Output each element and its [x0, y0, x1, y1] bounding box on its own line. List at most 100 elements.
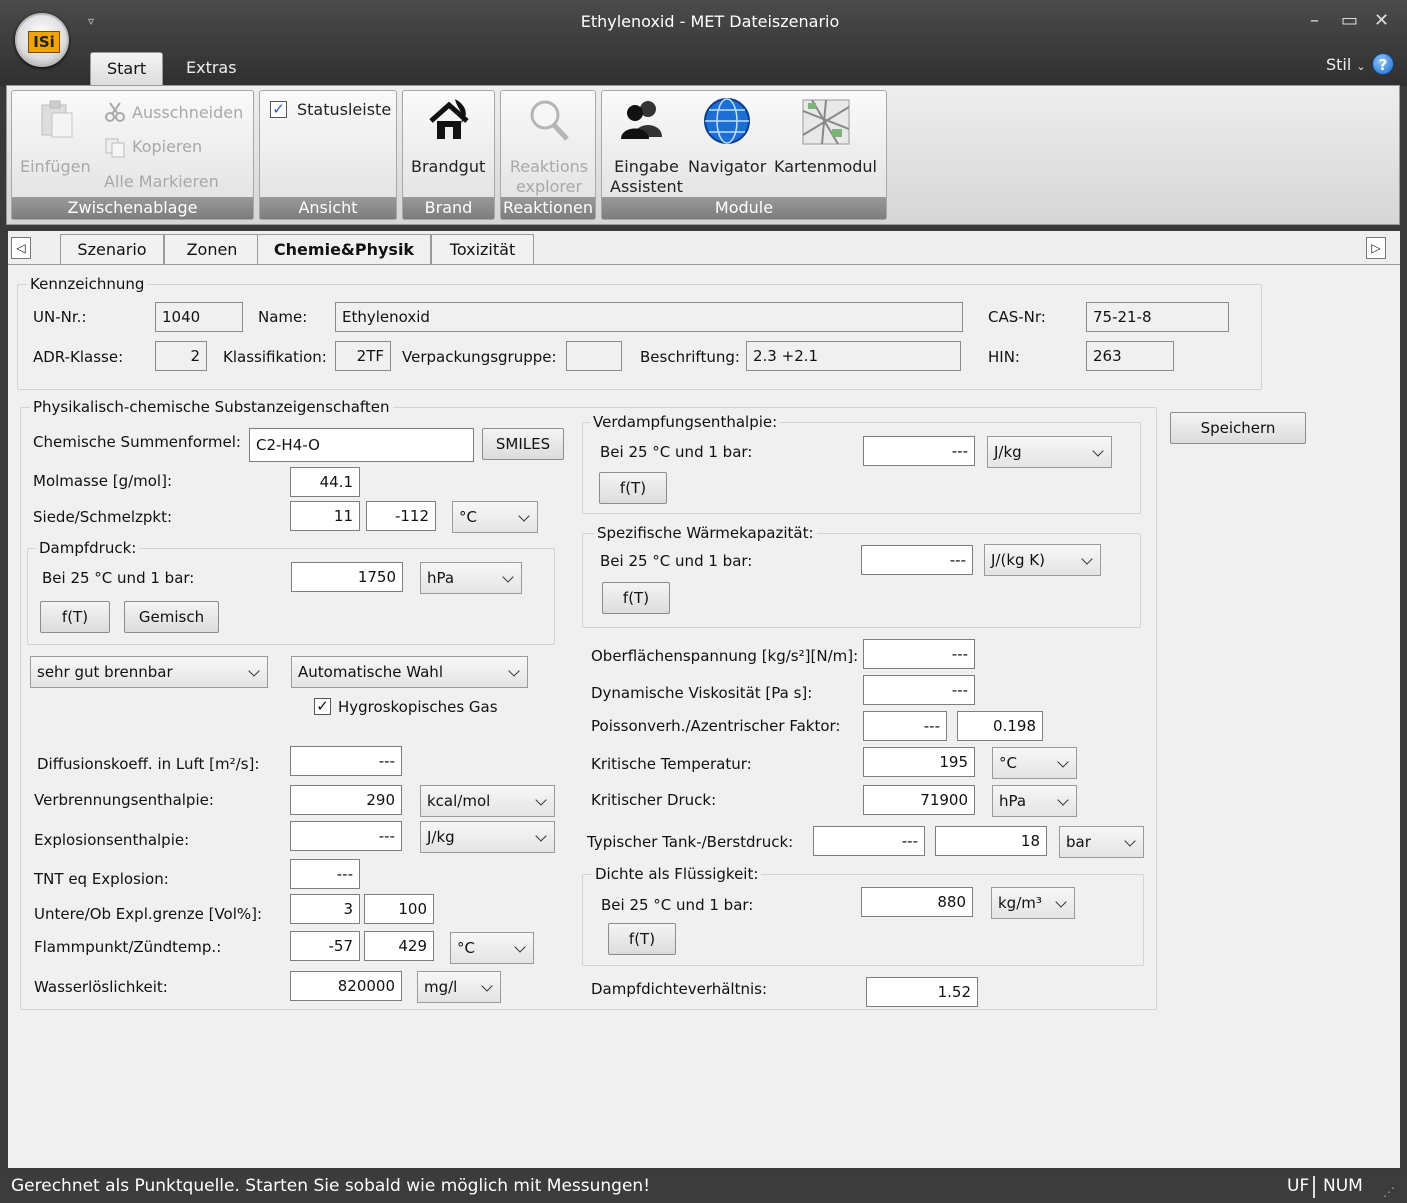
magnifier-icon [527, 97, 571, 149]
diffusion-field[interactable]: --- [290, 746, 402, 776]
ignition-temp-field[interactable]: 429 [364, 931, 434, 961]
wizard-button[interactable]: Eingabe Assistent [610, 157, 683, 197]
critical-temp-label: Kritische Temperatur: [591, 755, 752, 773]
auto-selection-select[interactable]: Automatische Wahl [291, 656, 528, 688]
explosion-unit-select[interactable]: J/kg [420, 821, 555, 853]
critical-temp-field[interactable]: 195 [863, 747, 975, 777]
density-ft-button[interactable]: f(T) [608, 923, 676, 955]
lower-explosion-limit-field[interactable]: 3 [290, 894, 360, 924]
group-reactions: Reaktions explorer Reaktionen [500, 90, 596, 220]
explosion-field[interactable]: --- [290, 821, 402, 851]
cas-field[interactable]: 75-21-8 [1086, 302, 1229, 332]
ribbon-tab-extras[interactable]: Extras [170, 52, 253, 86]
cas-label: CAS-Nr: [988, 308, 1046, 326]
select-all-button[interactable]: Alle Markieren [104, 172, 219, 192]
flammability-select[interactable]: sehr gut brennbar [30, 656, 268, 688]
vpg-label: Verpackungsgruppe: [402, 348, 557, 366]
wizard-label-1: Eingabe [614, 157, 679, 176]
upper-explosion-limit-field[interactable]: 100 [364, 894, 434, 924]
flashpoint-unit-select[interactable]: °C [450, 932, 534, 964]
melting-point-field[interactable]: -112 [366, 501, 436, 531]
tank-pressure-field[interactable]: --- [813, 826, 925, 856]
tab-scroll-left-icon[interactable]: ◁ [11, 237, 31, 259]
tab-chemie-physik[interactable]: Chemie&Physik [257, 234, 431, 266]
vapor-ft-button[interactable]: f(T) [40, 601, 110, 633]
boiling-point-field[interactable]: 11 [290, 501, 360, 531]
tank-pressure-unit-select[interactable]: bar [1059, 826, 1144, 858]
status-message: Gerechnet als Punktquelle. Starten Sie s… [11, 1176, 651, 1196]
klass-field[interactable]: 2TF [335, 341, 391, 371]
tab-toxizitaet[interactable]: Toxizität [431, 234, 534, 265]
evaporation-ft-button[interactable]: f(T) [599, 472, 667, 504]
map-icon [802, 99, 850, 149]
viscosity-field[interactable]: --- [863, 675, 975, 705]
tnt-field[interactable]: --- [290, 859, 360, 889]
hygroscopic-checkbox[interactable]: ✓ [314, 698, 331, 715]
heat-capacity-unit-select[interactable]: J/(kg K) [984, 544, 1101, 576]
molmass-label: Molmasse [g/mol]: [33, 472, 173, 490]
maximize-icon[interactable]: ▭ [1341, 10, 1358, 31]
name-field[interactable]: Ethylenoxid [335, 302, 963, 332]
heat-capacity-field[interactable]: --- [861, 545, 973, 575]
close-icon[interactable]: ✕ [1374, 10, 1389, 31]
smiles-button[interactable]: SMILES [482, 428, 564, 460]
critical-pressure-unit-select[interactable]: hPa [992, 785, 1077, 817]
density-unit-select[interactable]: kg/m³ [991, 887, 1075, 919]
critical-temp-unit-select[interactable]: °C [992, 747, 1077, 779]
style-menu[interactable]: Stil ⌄ [1326, 55, 1366, 74]
vapor-pressure-field[interactable]: 1750 [291, 562, 403, 592]
kennzeichnung-group [17, 284, 1262, 390]
copy-icon [104, 137, 126, 163]
molmass-field[interactable]: 44.1 [290, 467, 360, 497]
help-icon[interactable]: ? [1372, 53, 1394, 75]
klass-label: Klassifikation: [223, 348, 327, 366]
burst-pressure-field[interactable]: 18 [935, 826, 1047, 856]
surface-tension-field[interactable]: --- [863, 639, 975, 669]
tab-scroll-right-icon[interactable]: ▷ [1366, 237, 1386, 259]
combustion-field[interactable]: 290 [290, 785, 402, 815]
water-solubility-field[interactable]: 820000 [290, 971, 402, 1001]
navigator-button[interactable]: Navigator [688, 157, 766, 177]
copy-button[interactable]: Kopieren [132, 137, 202, 157]
statusbar-checkbox[interactable]: ✓ [270, 101, 287, 118]
acentric-factor-field[interactable]: 0.198 [957, 711, 1043, 741]
flashpoint-field[interactable]: -57 [290, 931, 360, 961]
un-field[interactable]: 1040 [155, 302, 243, 332]
adr-field[interactable]: 2 [155, 341, 207, 371]
water-unit-select[interactable]: mg/l [417, 971, 501, 1003]
heat-capacity-ft-button[interactable]: f(T) [602, 582, 670, 614]
evaporation-cond-label: Bei 25 °C und 1 bar: [600, 443, 753, 461]
critical-pressure-field[interactable]: 71900 [863, 785, 975, 815]
tank-pressure-label: Typischer Tank-/Berstdruck: [587, 833, 794, 851]
group-modules: Eingabe Assistent Navigator Kartenmodul … [601, 90, 887, 220]
tab-szenario[interactable]: Szenario [60, 234, 164, 265]
evaporation-field[interactable]: --- [863, 436, 975, 466]
vapor-density-ratio-field[interactable]: 1.52 [866, 977, 978, 1007]
ribbon-tab-start[interactable]: Start [90, 52, 164, 86]
map-module-button[interactable]: Kartenmodul [774, 157, 877, 177]
tab-zonen[interactable]: Zonen [164, 234, 260, 265]
resize-grip-icon[interactable]: ⋰ [1383, 1176, 1395, 1203]
combustion-unit-select[interactable]: kcal/mol [420, 785, 555, 817]
evaporation-unit-select[interactable]: J/kg [987, 436, 1112, 468]
reaction-explorer-label-1: Reaktions [509, 157, 589, 176]
formula-field[interactable]: C2-H4-O [249, 428, 474, 462]
beschr-field[interactable]: 2.3 +2.1 [746, 341, 961, 371]
save-button[interactable]: Speichern [1170, 412, 1306, 444]
minimize-icon[interactable]: – [1310, 10, 1319, 31]
cut-button[interactable]: Ausschneiden [132, 103, 243, 123]
ribbon: Einfügen Ausschneiden Kopieren Alle Mark… [6, 85, 1400, 225]
status-divider [1313, 1176, 1315, 1198]
density-field[interactable]: 880 [861, 887, 973, 917]
vpg-field[interactable] [566, 341, 622, 371]
evaporation-title: Verdampfungsenthalpie: [590, 413, 781, 431]
poisson-field[interactable]: --- [863, 711, 947, 741]
hin-field[interactable]: 263 [1086, 341, 1174, 371]
paste-button[interactable]: Einfügen [20, 157, 91, 177]
boil-unit-select[interactable]: °C [452, 501, 538, 533]
mixture-button[interactable]: Gemisch [124, 601, 219, 633]
vapor-unit-select[interactable]: hPa [420, 562, 522, 594]
reaction-explorer-button[interactable]: Reaktions explorer [501, 157, 597, 197]
status-num: NUM [1323, 1176, 1363, 1196]
brandgut-button[interactable]: Brandgut [411, 157, 485, 177]
